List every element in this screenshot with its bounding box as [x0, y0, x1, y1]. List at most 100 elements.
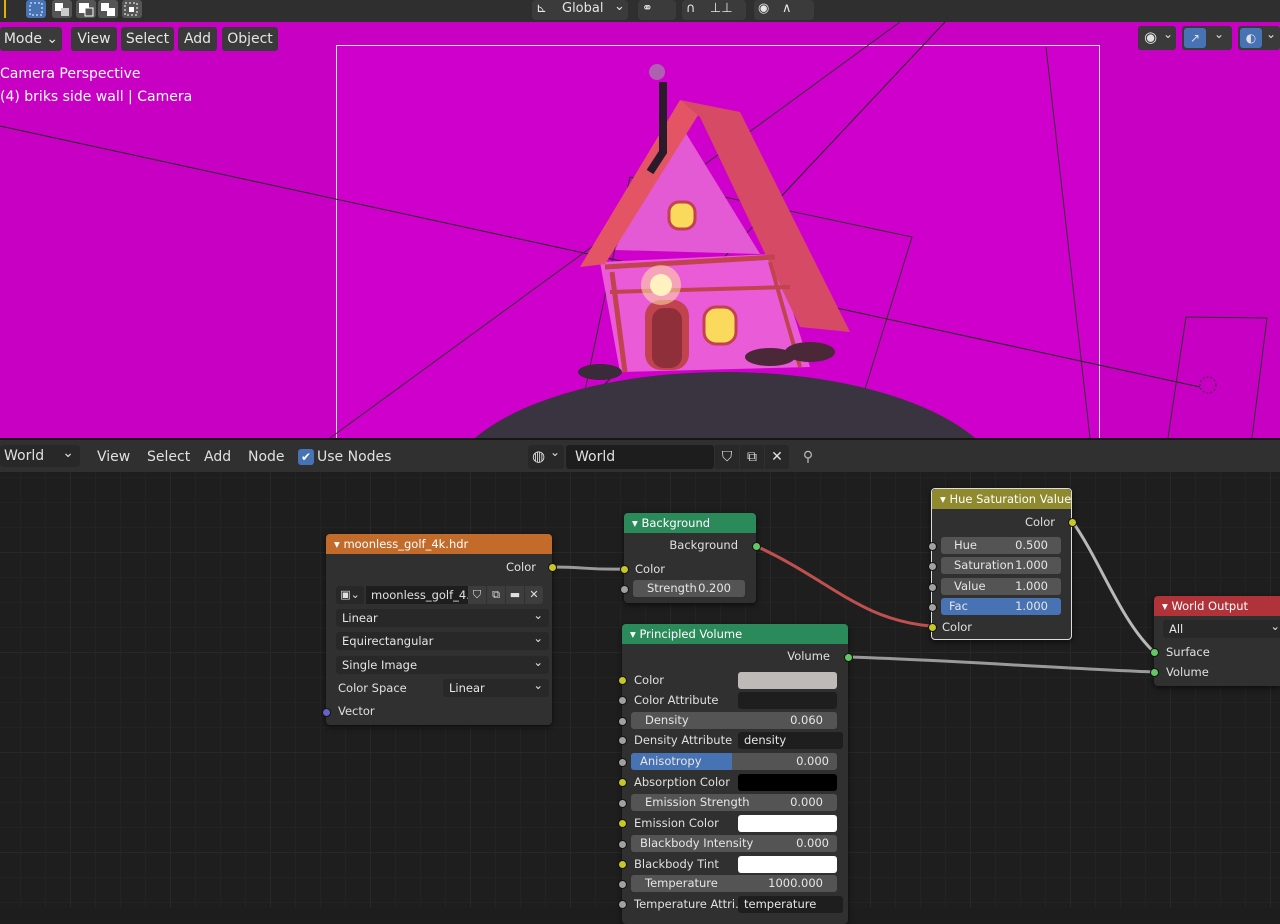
temperature-attribute-field[interactable]: temperature [738, 896, 843, 913]
active-object-overlay: (4) briks side wall | Camera [0, 89, 193, 105]
emission-strength-field[interactable]: Emission Strength 0.000 [631, 794, 837, 811]
transform-orientation-dropdown[interactable]: ⊾ Global ⌄ [532, 0, 628, 20]
3d-viewport[interactable]: Mode ⌄ View Select Add Object Camera Per… [0, 22, 1280, 438]
add-menu[interactable]: Add [178, 27, 217, 51]
node-header[interactable]: ▾ Background [624, 513, 756, 533]
fake-user-shield-icon[interactable]: ⛉ [468, 586, 486, 604]
node-header[interactable]: ▾ World Output [1154, 596, 1280, 616]
emission-color-swatch[interactable] [738, 815, 837, 832]
unlink-close-icon[interactable]: ✕ [765, 445, 789, 469]
input-color-attribute-socket[interactable] [618, 696, 627, 705]
node-view-menu[interactable]: View [97, 440, 130, 474]
select-menu[interactable]: Select [121, 27, 174, 51]
node-header[interactable]: ▾ moonless_golf_4k.hdr [326, 534, 552, 554]
proportional-editing-dropdown[interactable]: ◉ ∧ [754, 0, 814, 20]
input-fac-socket[interactable] [928, 603, 937, 612]
saturation-field[interactable]: Saturation 1.000 [941, 557, 1061, 574]
principled-volume-node[interactable]: ▾ Principled Volume Volume Color Color A… [618, 624, 853, 924]
input-absorption-color-socket[interactable] [618, 778, 627, 787]
node-header[interactable]: ▾ Hue Saturation Value [932, 489, 1071, 509]
select-box-mode-icon[interactable] [26, 0, 46, 18]
select-extend-mode-icon[interactable] [52, 0, 72, 18]
output-color-socket[interactable] [548, 563, 557, 572]
world-browse-button[interactable]: ◍ ⌄ [528, 445, 564, 469]
input-strength-socket[interactable] [620, 585, 629, 594]
value-field[interactable]: Value 1.000 [941, 578, 1061, 595]
node-select-menu[interactable]: Select [147, 440, 190, 474]
node-add-menu[interactable]: Add [204, 440, 231, 474]
duplicate-icon[interactable]: ⧉ [740, 445, 764, 469]
density-label: Density [645, 713, 689, 727]
fac-field[interactable]: Fac 1.000 [941, 598, 1061, 615]
color-swatch[interactable] [738, 672, 837, 689]
environment-texture-node[interactable]: ▾ moonless_golf_4k.hdr Color ▣⌄ moonless… [322, 534, 557, 725]
mode-menu[interactable]: Mode ⌄ [0, 27, 62, 51]
projection-dropdown[interactable]: Equirectangular [336, 632, 549, 650]
input-blackbody-tint-socket[interactable] [618, 860, 627, 869]
input-saturation-socket[interactable] [928, 562, 937, 571]
input-value-socket[interactable] [928, 583, 937, 592]
eye-icon: ◉ [1144, 28, 1158, 46]
world-name-field[interactable]: World [566, 445, 714, 469]
input-emission-color-socket[interactable] [618, 819, 627, 828]
input-emission-strength-socket[interactable] [618, 799, 627, 808]
color-space-dropdown[interactable]: Linear [443, 679, 549, 697]
select-invert-mode-icon[interactable] [98, 0, 118, 18]
input-density-socket[interactable] [618, 717, 627, 726]
strength-field[interactable]: Strength 0.200 [633, 580, 745, 597]
interpolation-dropdown[interactable]: Linear [336, 609, 549, 627]
hue-field[interactable]: Hue 0.500 [941, 537, 1061, 554]
input-vector-socket[interactable] [322, 708, 331, 717]
image-browse-button[interactable]: ▣⌄ [336, 586, 364, 604]
input-blackbody-intensity-socket[interactable] [618, 840, 627, 849]
node-node-menu[interactable]: Node [248, 440, 285, 474]
input-color-socket[interactable] [928, 623, 937, 632]
pin-icon[interactable]: ⚲ [796, 445, 820, 469]
snap-dropdown[interactable]: ∩ ⊥⊥ [682, 0, 746, 20]
input-color-label: Color [942, 620, 973, 634]
output-color-socket[interactable] [1068, 518, 1077, 527]
view-name-overlay: Camera Perspective [0, 66, 141, 82]
temperature-field[interactable]: Temperature 1000.000 [631, 875, 837, 892]
input-temperature-socket[interactable] [618, 880, 627, 889]
world-output-node[interactable]: ▾ World Output All Surface Volume [1150, 596, 1280, 686]
duplicate-icon[interactable]: ⧉ [487, 586, 505, 604]
input-surface-socket[interactable] [1150, 648, 1159, 657]
density-attribute-field[interactable]: density [738, 732, 843, 749]
input-density-attribute-socket[interactable] [618, 736, 627, 745]
node-header[interactable]: ▾ Principled Volume [622, 624, 848, 644]
select-intersect-mode-icon[interactable] [122, 0, 142, 18]
output-volume-socket[interactable] [844, 653, 853, 662]
blackbody-tint-swatch[interactable] [738, 856, 837, 873]
input-volume-socket[interactable] [1150, 668, 1159, 677]
input-anisotropy-socket[interactable] [618, 758, 627, 767]
background-node[interactable]: ▾ Background Background Color Strength 0… [620, 513, 761, 603]
output-background-socket[interactable] [752, 542, 761, 551]
gizmo-dropdown[interactable]: ↗ ⌄ [1182, 26, 1232, 50]
object-menu[interactable]: Object [222, 27, 278, 51]
visibility-dropdown[interactable]: ◉ ⌄ [1138, 26, 1176, 50]
color-attribute-field[interactable] [738, 692, 837, 709]
absorption-color-swatch[interactable] [738, 774, 837, 791]
overlays-dropdown[interactable]: ◐ ⌄ [1238, 26, 1280, 50]
shader-type-dropdown[interactable]: World ⌄ [0, 445, 80, 467]
select-subtract-mode-icon[interactable] [76, 0, 96, 18]
open-folder-icon[interactable]: ▬ [506, 586, 524, 604]
source-dropdown[interactable]: Single Image [336, 656, 549, 674]
anisotropy-field[interactable]: Anisotropy 0.000 [631, 753, 837, 770]
input-color-socket[interactable] [618, 676, 627, 685]
unlink-close-icon[interactable]: ✕ [525, 586, 543, 604]
target-dropdown[interactable]: All [1163, 620, 1280, 638]
fake-user-shield-icon[interactable]: ⛉ [715, 445, 739, 469]
image-name-field[interactable]: moonless_golf_4... [366, 586, 468, 604]
blackbody-intensity-field[interactable]: Blackbody Intensity 0.000 [631, 835, 837, 852]
input-hue-socket[interactable] [928, 542, 937, 551]
mode-menu-label: Mode [3, 31, 42, 47]
snap-magnet-icon: ∩ [686, 1, 696, 16]
transform-pivot-dropdown[interactable]: ⚭ [638, 0, 676, 20]
view-menu[interactable]: View [71, 27, 117, 51]
density-field[interactable]: Density 0.060 [631, 712, 837, 729]
hue-saturation-value-node[interactable]: ▾ Hue Saturation Value Color Hue 0.500 S… [928, 488, 1077, 640]
input-color-socket[interactable] [620, 565, 629, 574]
use-nodes-checkbox[interactable]: ✔ [298, 449, 314, 465]
